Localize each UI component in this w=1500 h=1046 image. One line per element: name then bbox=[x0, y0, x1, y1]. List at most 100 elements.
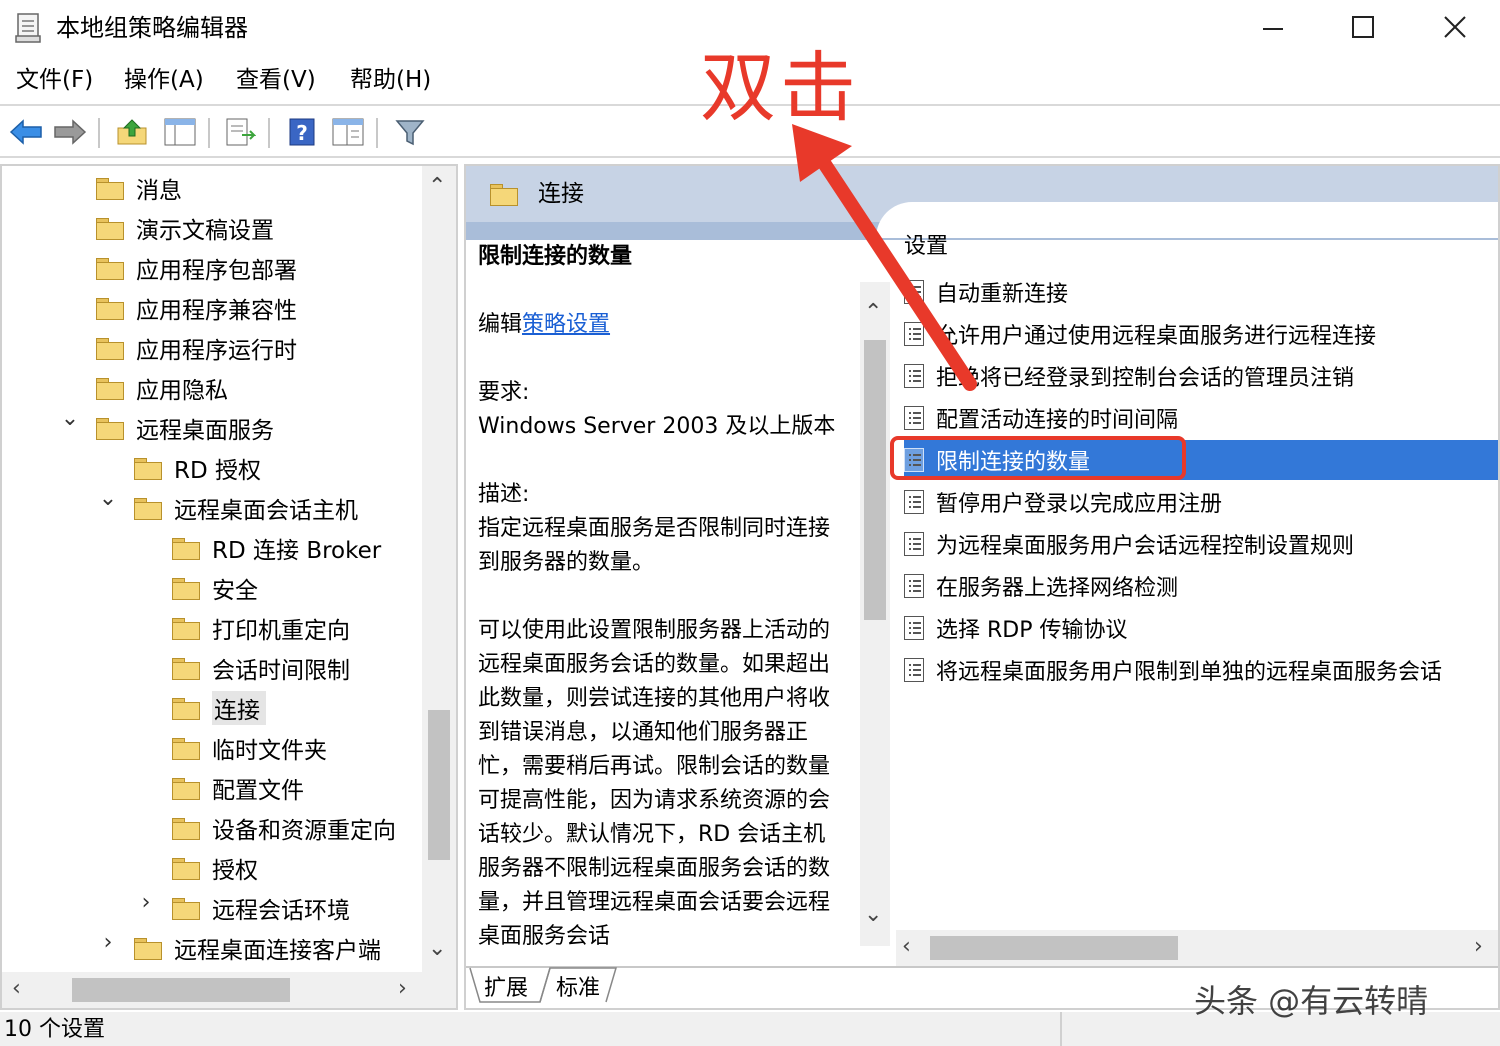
tree-item[interactable]: ⌄ 远程桌面服务 bbox=[61, 406, 274, 448]
tree-item[interactable]: 临时文件夹 bbox=[172, 728, 327, 768]
menu-file[interactable]: 文件(F) bbox=[16, 64, 93, 96]
policy-setting-label: 自动重新连接 bbox=[936, 282, 1069, 307]
tree-item-label: 应用程序兼容性 bbox=[136, 298, 297, 324]
menu-help[interactable]: 帮助(H) bbox=[350, 64, 431, 96]
tab-extended[interactable]: 扩展 bbox=[484, 972, 528, 1006]
policy-setting-row[interactable]: 配置活动连接的时间间隔 bbox=[904, 398, 1498, 438]
policy-setting-row[interactable]: 拒绝将已经登录到控制台会话的管理员注销 bbox=[904, 356, 1498, 396]
tree-item[interactable]: 演示文稿设置 bbox=[96, 208, 274, 248]
help-button[interactable]: ? bbox=[282, 112, 322, 152]
tree-item[interactable]: ⌄ 远程桌面会话主机 bbox=[99, 486, 358, 528]
folder-icon bbox=[96, 418, 124, 440]
description-label: 描述: bbox=[478, 482, 530, 507]
back-icon bbox=[9, 119, 42, 145]
policy-setting-label: 选择 RDP 传输协议 bbox=[936, 618, 1128, 643]
policy-setting-label: 为远程桌面服务用户会话远程控制设置规则 bbox=[936, 534, 1355, 559]
expanded-chevron-icon[interactable]: ⌄ bbox=[96, 486, 120, 511]
folder-icon bbox=[172, 898, 200, 920]
export-list-button[interactable] bbox=[220, 112, 260, 152]
tree-item[interactable]: 应用隐私 bbox=[96, 368, 228, 408]
close-button[interactable] bbox=[1410, 4, 1500, 50]
settings-horizontal-scroll-thumb[interactable] bbox=[930, 936, 1178, 960]
requirements-label: 要求: bbox=[478, 380, 530, 405]
tree-item-label: 连接 bbox=[212, 691, 266, 725]
folder-icon bbox=[490, 184, 518, 206]
scroll-left-arrow-icon[interactable]: ‹ bbox=[902, 934, 911, 959]
settings-column-header[interactable]: 设置 bbox=[904, 230, 948, 264]
status-text: 10 个设置 bbox=[4, 1017, 105, 1042]
scroll-up-arrow-icon[interactable]: ⌃ bbox=[864, 300, 882, 325]
tree-item[interactable]: 消息 bbox=[96, 168, 182, 208]
tree-item[interactable]: RD 授权 bbox=[134, 448, 261, 488]
extended-view-button[interactable] bbox=[328, 112, 368, 152]
filter-button[interactable] bbox=[390, 112, 430, 152]
show-hide-tree-button[interactable] bbox=[160, 112, 200, 152]
up-level-button[interactable] bbox=[112, 112, 152, 152]
policy-setting-label: 拒绝将已经登录到控制台会话的管理员注销 bbox=[936, 366, 1355, 391]
tree-item-label: 授权 bbox=[212, 858, 258, 884]
folder-icon bbox=[172, 858, 200, 880]
forward-button[interactable] bbox=[50, 112, 90, 152]
policy-setting-icon bbox=[904, 658, 924, 682]
collapsed-chevron-icon[interactable]: › bbox=[96, 930, 120, 955]
scroll-right-arrow-icon[interactable]: › bbox=[1474, 934, 1483, 959]
folder-icon bbox=[172, 818, 200, 840]
tree-item[interactable]: 打印机重定向 bbox=[172, 608, 350, 648]
menu-action[interactable]: 操作(A) bbox=[124, 64, 204, 96]
folder-icon bbox=[96, 258, 124, 280]
tree-item[interactable]: 应用程序包部署 bbox=[96, 248, 297, 288]
scroll-down-arrow-icon[interactable]: ⌄ bbox=[864, 902, 882, 927]
tree-item[interactable]: 设备和资源重定向 bbox=[172, 808, 396, 848]
tree-item[interactable]: › 远程桌面连接客户端 bbox=[104, 928, 381, 968]
toolbar-separator bbox=[268, 118, 270, 148]
annotation-label: 双击 bbox=[700, 43, 860, 132]
expanded-chevron-icon[interactable]: ⌄ bbox=[58, 406, 82, 431]
folder-icon bbox=[134, 458, 162, 480]
extended-view-icon bbox=[332, 118, 364, 146]
policy-setting-row[interactable]: 为远程桌面服务用户会话远程控制设置规则 bbox=[904, 524, 1498, 564]
policy-setting-icon bbox=[904, 406, 924, 430]
status-divider bbox=[1060, 1012, 1062, 1046]
scroll-up-arrow-icon[interactable]: ⌃ bbox=[428, 174, 446, 199]
folder-icon bbox=[96, 218, 124, 240]
minimize-icon bbox=[1263, 28, 1283, 30]
scroll-down-arrow-icon[interactable]: ⌄ bbox=[428, 936, 446, 961]
policy-setting-row[interactable]: 在服务器上选择网络检测 bbox=[904, 566, 1498, 606]
back-button[interactable] bbox=[6, 112, 46, 152]
tree-item-label: 消息 bbox=[136, 178, 182, 204]
edit-policy-setting-link[interactable]: 策略设置 bbox=[522, 312, 610, 337]
tree-item[interactable]: 安全 bbox=[172, 568, 258, 608]
policy-setting-icon bbox=[904, 322, 924, 346]
tree-horizontal-scroll-thumb[interactable] bbox=[72, 978, 290, 1002]
tree-item[interactable]: 授权 bbox=[172, 848, 258, 888]
policy-setting-row[interactable]: 将远程桌面服务用户限制到单独的远程桌面服务会话 bbox=[904, 650, 1498, 690]
tree-vertical-scroll-thumb[interactable] bbox=[428, 710, 450, 860]
tree-item-label: 远程桌面服务 bbox=[136, 418, 274, 444]
description-scroll-thumb[interactable] bbox=[864, 340, 886, 620]
tree-item[interactable]: RD 连接 Broker bbox=[172, 528, 381, 568]
tree-item[interactable]: 会话时间限制 bbox=[172, 648, 350, 688]
tree-item[interactable]: 连接 bbox=[172, 688, 266, 728]
scroll-left-arrow-icon[interactable]: ‹ bbox=[12, 976, 21, 1001]
details-header-title: 连接 bbox=[538, 181, 584, 207]
policy-setting-row[interactable]: 选择 RDP 传输协议 bbox=[904, 608, 1498, 648]
tree-item-label: 临时文件夹 bbox=[212, 738, 327, 764]
policy-setting-row[interactable]: 允许用户通过使用远程桌面服务进行远程连接 bbox=[904, 314, 1498, 354]
close-icon bbox=[1444, 16, 1466, 38]
tree-item[interactable]: 配置文件 bbox=[172, 768, 304, 808]
minimize-button[interactable] bbox=[1228, 4, 1318, 50]
menu-view[interactable]: 查看(V) bbox=[236, 64, 316, 96]
filter-icon bbox=[395, 120, 425, 146]
tree-item[interactable]: 应用程序兼容性 bbox=[96, 288, 297, 328]
maximize-button[interactable] bbox=[1318, 4, 1408, 50]
maximize-icon bbox=[1352, 16, 1374, 38]
policy-setting-row[interactable]: 暂停用户登录以完成应用注册 bbox=[904, 482, 1498, 522]
policy-setting-icon bbox=[904, 490, 924, 514]
collapsed-chevron-icon[interactable]: › bbox=[134, 890, 158, 915]
tab-standard[interactable]: 标准 bbox=[556, 972, 600, 1006]
tree-item[interactable]: 应用程序运行时 bbox=[96, 328, 297, 368]
watermark-text: 头条 @有云转晴 bbox=[1194, 982, 1429, 1020]
scroll-right-arrow-icon[interactable]: › bbox=[398, 976, 407, 1001]
tree-item[interactable]: › 远程会话环境 bbox=[142, 888, 350, 928]
policy-setting-row[interactable]: 自动重新连接 bbox=[904, 272, 1498, 312]
